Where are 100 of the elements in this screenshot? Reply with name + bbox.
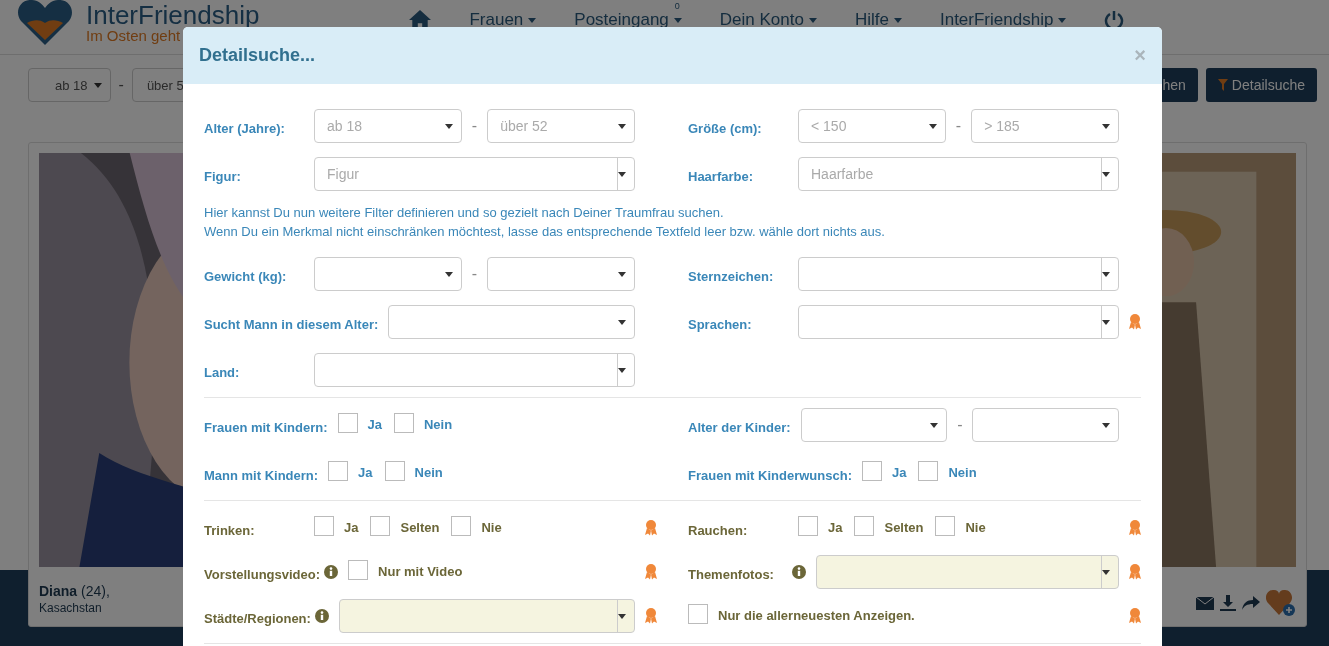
caret-icon	[1102, 123, 1110, 129]
info-icon[interactable]	[792, 565, 806, 579]
field-label: Rauchen:	[688, 522, 749, 538]
caret-icon	[1102, 271, 1110, 277]
caret-icon	[444, 123, 453, 129]
field-label: Alter (Jahre):	[204, 120, 286, 136]
checkbox[interactable]	[451, 516, 472, 536]
checkbox[interactable]	[861, 461, 882, 481]
checkbox-label: Nur mit Video	[378, 564, 463, 579]
select-field[interactable]	[972, 408, 1119, 442]
checkbox-label: Nein	[948, 465, 977, 480]
checkbox-label: Ja	[358, 465, 373, 480]
download-icon[interactable]	[1220, 595, 1236, 611]
field-label: Sucht Mann in diesem Alter:	[204, 316, 379, 332]
nav-menu-item[interactable]: Dein Konto	[719, 10, 817, 30]
caret-icon	[808, 17, 817, 23]
field-label: Figur:	[204, 168, 242, 184]
caret-icon	[1102, 171, 1110, 177]
checkbox[interactable]	[935, 516, 956, 536]
checkbox-label: Selten	[400, 520, 440, 535]
select-field[interactable]	[314, 257, 462, 291]
checkbox[interactable]	[348, 560, 369, 580]
checkbox[interactable]	[370, 516, 391, 536]
field-label: Trinken:	[204, 522, 256, 538]
select-field[interactable]: > 185	[971, 109, 1119, 143]
profile-name[interactable]: Diana (24),	[39, 583, 110, 599]
info-icon[interactable]	[324, 565, 339, 579]
checkbox-label: Ja	[367, 417, 382, 432]
checkbox[interactable]	[328, 461, 349, 481]
select-field[interactable]	[314, 353, 635, 387]
nav-menu-item[interactable]: Posteingang	[574, 10, 682, 30]
checkbox-label: Ja	[344, 520, 359, 535]
range-dash: -	[118, 76, 124, 94]
detail-search-button[interactable]: Detailsuche	[1205, 68, 1317, 102]
field-label: Land:	[204, 364, 241, 380]
select-field[interactable]: über 52	[487, 109, 635, 143]
range-dash: -	[471, 265, 478, 283]
caret-icon	[1102, 569, 1110, 575]
field-label: Frauen mit Kindern:	[204, 419, 328, 435]
field-label: Mann mit Kindern:	[204, 467, 319, 483]
field-label: Frauen mit Kinderwunsch:	[688, 467, 852, 483]
caret-icon	[930, 422, 939, 428]
caret-icon	[618, 271, 626, 277]
field-label: Sternzeichen:	[688, 268, 775, 284]
checkbox[interactable]	[798, 516, 818, 536]
field-label: Themenfotos:	[688, 566, 775, 582]
caret-icon	[444, 271, 453, 277]
heart-plus-icon[interactable]	[1266, 589, 1296, 617]
checkbox[interactable]	[688, 604, 708, 624]
info-icon[interactable]	[314, 609, 329, 623]
select-field[interactable]: Haarfarbe	[798, 157, 1119, 191]
range-dash: -	[957, 416, 963, 434]
caret-icon	[1102, 422, 1110, 428]
hint-text: Hier kannst Du nun weitere Filter definieren und so gezielt nach Deiner Traumfrau suchen.	[204, 204, 725, 222]
share-arrow-icon[interactable]	[1242, 596, 1260, 610]
select-field[interactable]	[798, 305, 1119, 339]
filter-icon	[1217, 79, 1228, 91]
field-label: Vorstellungsvideo:	[204, 566, 321, 582]
age-select[interactable]: ab 18	[28, 68, 111, 102]
caret-icon	[618, 367, 626, 373]
select-field[interactable]	[388, 305, 635, 339]
site-tagline: Im Osten geht	[86, 27, 181, 43]
nav-menu-item[interactable]: Hilfe	[854, 10, 902, 30]
select-field[interactable]	[816, 555, 1119, 589]
profile-country: Kasachstan	[39, 601, 103, 615]
checkbox-label: Selten	[884, 520, 924, 535]
caret-icon	[618, 613, 626, 619]
select-field[interactable]	[800, 408, 948, 442]
select-field[interactable]: ab 18	[314, 109, 462, 143]
site-name[interactable]: InterFriendship	[86, 1, 260, 28]
range-dash: -	[955, 117, 962, 135]
select-field[interactable]	[798, 257, 1119, 291]
field-label: Größe (cm):	[688, 120, 763, 136]
select-field[interactable]	[338, 599, 635, 633]
caret-icon	[1102, 319, 1110, 325]
select-field[interactable]	[487, 257, 635, 291]
checkbox[interactable]	[918, 461, 939, 481]
select-field[interactable]: Figur	[314, 157, 635, 191]
checkbox[interactable]	[384, 461, 405, 481]
select-field[interactable]: < 150	[798, 109, 946, 143]
checkbox[interactable]	[337, 413, 358, 433]
checkbox-label: Ja	[891, 465, 907, 480]
mail-icon[interactable]	[1196, 596, 1214, 610]
checkbox[interactable]	[854, 516, 875, 536]
heart-logo-icon[interactable]	[18, 0, 72, 45]
range-dash: -	[471, 117, 478, 135]
power-icon[interactable]	[1104, 10, 1125, 30]
nav-menu-item[interactable]: Frauen	[469, 10, 537, 30]
caret-icon	[928, 123, 937, 129]
dialog-title: Detailsuche...	[199, 45, 316, 66]
field-label: Sprachen:	[688, 316, 753, 332]
field-label: Städte/Regionen:	[204, 610, 311, 626]
nav-menu-item[interactable]: InterFriendship	[939, 10, 1067, 30]
checkbox[interactable]	[314, 516, 334, 536]
checkbox[interactable]	[394, 413, 414, 433]
caret-icon	[93, 82, 102, 88]
caret-icon	[618, 319, 626, 325]
field-label: Gewicht (kg):	[204, 268, 288, 284]
caret-icon	[893, 17, 902, 23]
checkbox-label: Ja	[828, 520, 843, 535]
